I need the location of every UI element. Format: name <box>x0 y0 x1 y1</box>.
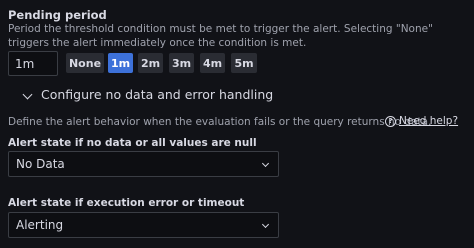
error-state-select[interactable]: Alerting <box>8 212 279 238</box>
pending-option-4m[interactable]: 4m <box>200 53 225 73</box>
pending-option-3m[interactable]: 3m <box>169 53 194 73</box>
pending-period-description: Period the threshold condition must be m… <box>8 23 433 49</box>
pending-option-1m[interactable]: 1m <box>108 53 133 73</box>
pending-option-2m[interactable]: 2m <box>138 53 163 73</box>
chevron-down-icon[interactable] <box>22 89 33 100</box>
chevron-down-icon <box>261 159 270 168</box>
need-help-link[interactable]: Need help? <box>399 115 458 127</box>
no-data-section-toggle[interactable]: Configure no data and error handling <box>41 87 273 102</box>
pending-option-5m[interactable]: 5m <box>231 53 257 73</box>
chevron-down-icon <box>261 220 270 229</box>
no-data-section-description: Define the alert behavior when the evalu… <box>8 116 432 128</box>
error-state-value: Alerting <box>16 218 64 232</box>
no-data-state-label: Alert state if no data or all values are… <box>8 137 257 149</box>
no-data-state-select[interactable]: No Data <box>8 151 279 177</box>
pending-period-title: Pending period <box>8 8 107 22</box>
help-circle-icon[interactable]: ? <box>385 116 396 127</box>
pending-option-none[interactable]: None <box>66 53 104 73</box>
pending-period-input[interactable] <box>8 51 58 76</box>
no-data-state-value: No Data <box>16 157 65 171</box>
error-state-label: Alert state if execution error or timeou… <box>8 197 245 209</box>
